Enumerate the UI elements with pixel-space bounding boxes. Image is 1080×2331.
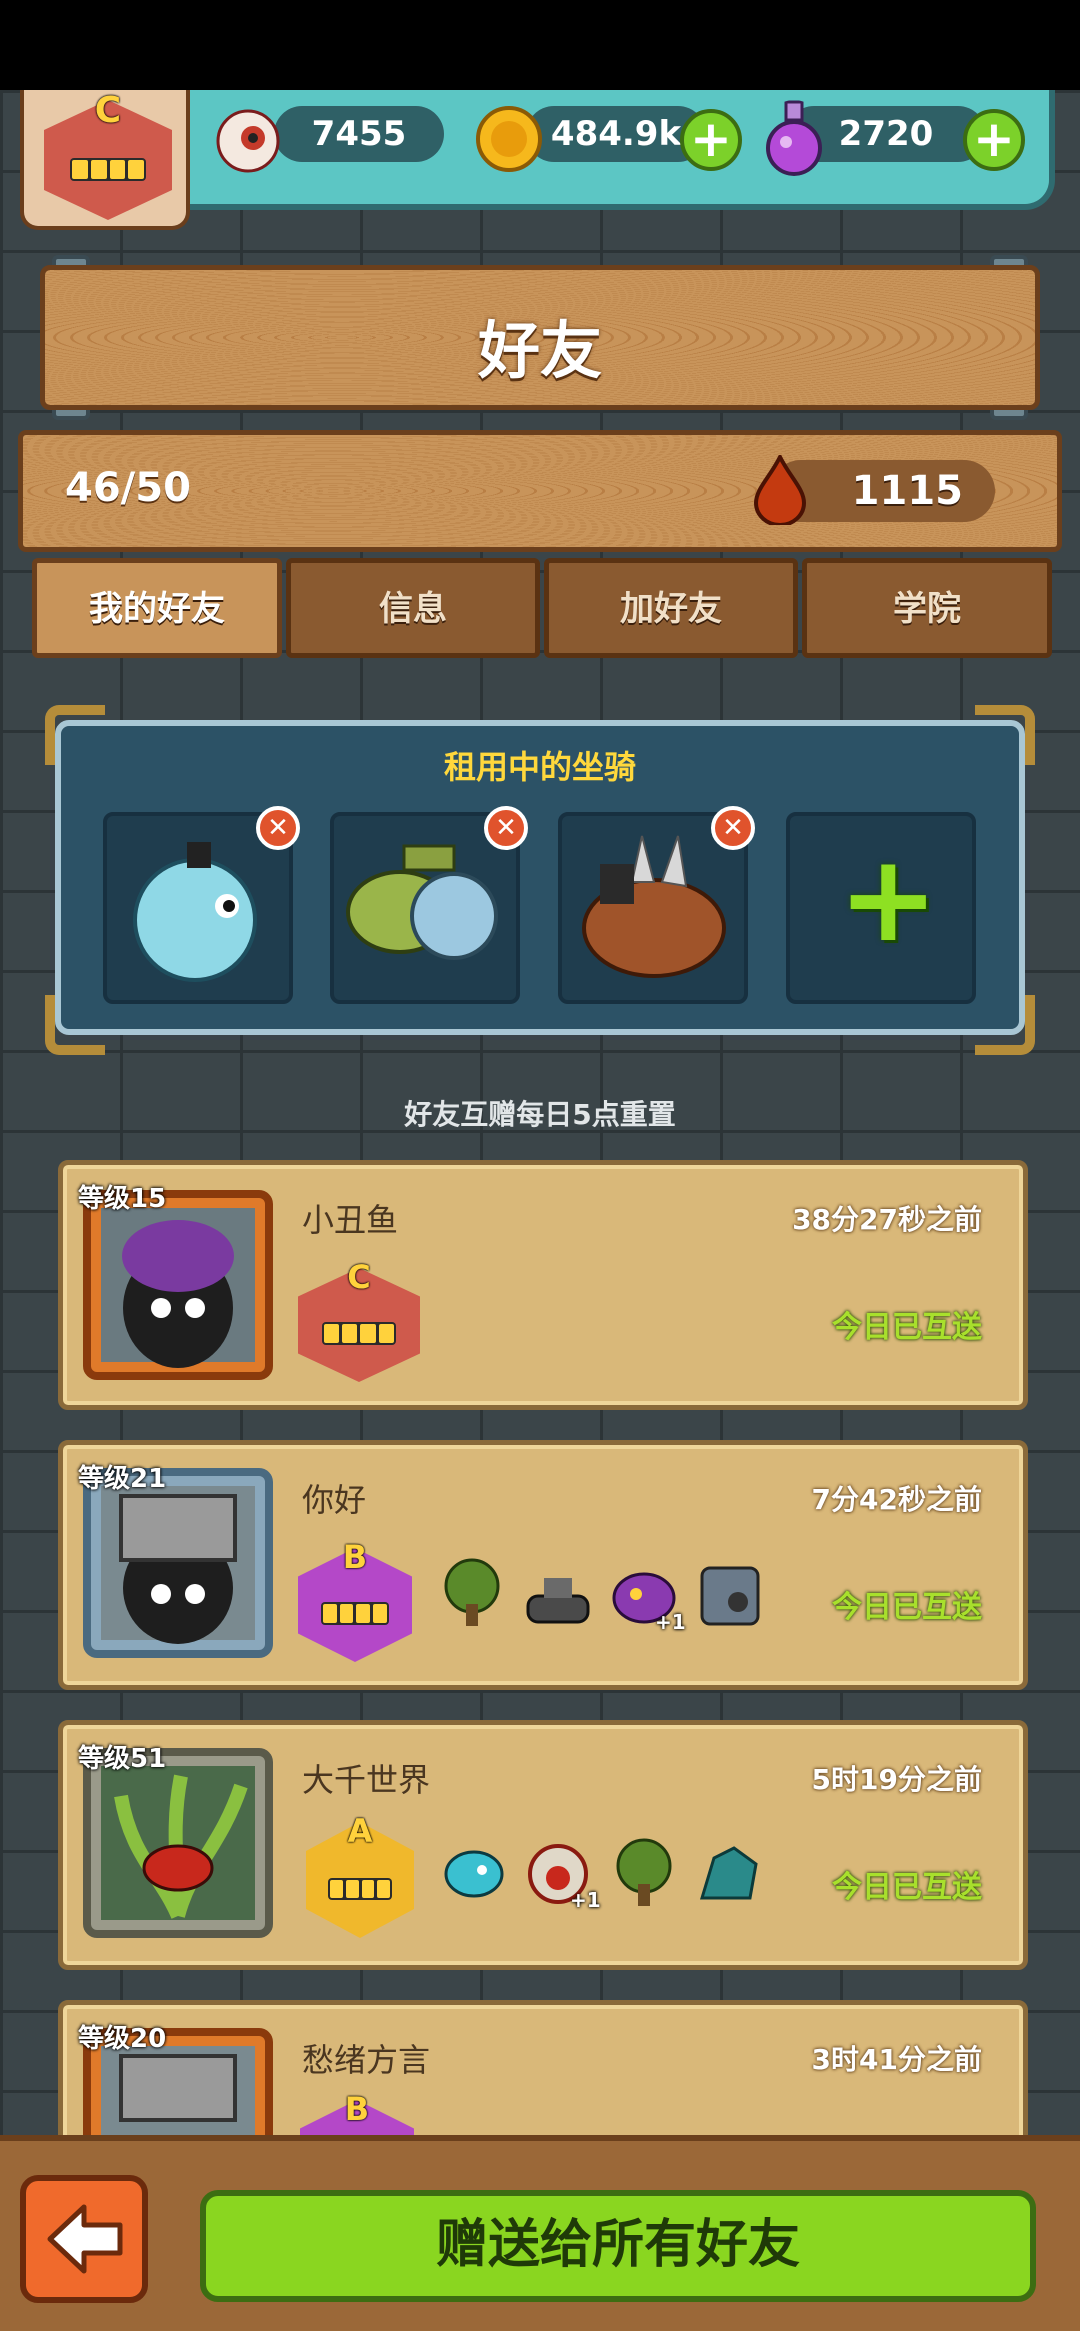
- panel-corner: [975, 995, 1035, 1055]
- tree-unit-icon: [444, 1558, 500, 1626]
- friend-level: 等级20: [78, 2024, 167, 2054]
- tab-messages[interactable]: 信息: [286, 558, 540, 658]
- tab-add-friend[interactable]: 加好友: [544, 558, 798, 658]
- rented-mounts-title: 租用中的坐骑: [443, 748, 636, 786]
- unit-plus: +1: [570, 1888, 601, 1912]
- remove-mount-button[interactable]: ✕: [711, 806, 755, 850]
- friend-level: 等级51: [78, 1744, 167, 1774]
- eye-count: 7455: [274, 106, 444, 162]
- status-bar: [0, 0, 1080, 90]
- friend-last-seen: 5时19分之前: [811, 1763, 982, 1796]
- friends-count: 46/50: [65, 465, 191, 511]
- friend-level: 等级15: [78, 1184, 167, 1214]
- gift-status: 今日已互送: [832, 1590, 982, 1625]
- daily-reset-note: 好友互赠每日5点重置: [404, 1098, 676, 1131]
- arrow-left-icon: [47, 2204, 123, 2274]
- player-avatar[interactable]: C: [20, 90, 190, 230]
- coin-count: 484.9k: [526, 106, 706, 162]
- friend-last-seen: 7分42秒之前: [811, 1483, 982, 1516]
- tab-my-friends[interactable]: 我的好友: [32, 558, 282, 658]
- friend-rank-badge: A: [306, 1812, 414, 1938]
- add-coins-button[interactable]: +: [680, 109, 742, 171]
- remove-mount-button[interactable]: ✕: [484, 806, 528, 850]
- friend-name: 愁绪方言: [302, 2041, 431, 2079]
- title-plank: 好友: [40, 265, 1040, 410]
- panel-corner: [45, 995, 105, 1055]
- friend-last-seen: 38分27秒之前: [792, 1203, 982, 1236]
- hooded-monster-icon: [101, 1208, 255, 1368]
- eyeball-icon: [216, 109, 280, 173]
- gift-all-friends-button[interactable]: 赠送给所有好友: [200, 2190, 1036, 2302]
- back-button[interactable]: [20, 2175, 148, 2303]
- tank-unit-icon: [526, 1578, 590, 1624]
- resource-bar: 7455 484.9k 2720: [150, 90, 1055, 210]
- friend-level: 等级21: [78, 1464, 167, 1494]
- remove-mount-button[interactable]: ✕: [256, 806, 300, 850]
- submarine-mount-icon: [346, 844, 498, 960]
- friend-avatar[interactable]: [83, 1748, 273, 1938]
- helmet-monster-icon: [101, 1486, 255, 1644]
- add-mount-slot[interactable]: +: [786, 812, 976, 1004]
- add-potions-button[interactable]: +: [963, 109, 1025, 171]
- unit-plus: +1: [655, 1610, 686, 1634]
- friend-avatar[interactable]: [83, 1468, 273, 1658]
- potion-icon: [766, 100, 822, 176]
- fish-unit-icon: [444, 1850, 504, 1898]
- dragon-unit-icon: [699, 1846, 758, 1900]
- friend-name: 你好: [302, 1481, 367, 1519]
- blood-drop-icon: [753, 455, 807, 525]
- plant-monster-icon: [101, 1766, 255, 1920]
- friend-avatar[interactable]: [83, 1190, 273, 1380]
- machine-unit-icon: [700, 1566, 760, 1626]
- coin-icon: [476, 106, 542, 172]
- player-rank-badge: C: [44, 90, 172, 220]
- add-mount-icon: +: [838, 830, 939, 969]
- friend-name: 小丑鱼: [302, 1201, 399, 1239]
- tab-academy[interactable]: 学院: [802, 558, 1052, 658]
- friend-last-seen: 3时41分之前: [811, 2043, 982, 2076]
- gift-status: 今日已互送: [832, 1870, 982, 1905]
- tree-unit-icon: [616, 1838, 672, 1906]
- gift-status: 今日已互送: [832, 1310, 982, 1345]
- friend-name: 大千世界: [302, 1761, 431, 1799]
- friend-rank-badge: C: [298, 1258, 420, 1382]
- friend-rank-badge: B: [298, 1538, 412, 1662]
- page-title: 好友: [477, 314, 602, 387]
